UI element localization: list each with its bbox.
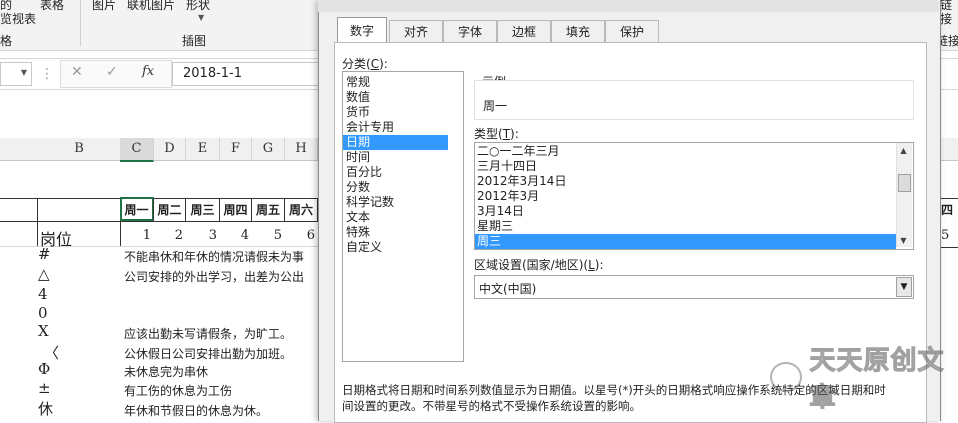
enter-icon[interactable]: ✓ [106,64,118,80]
description-text: 间设置的更改。不带星号的格式不受操作系统设置的影响。 [342,398,641,414]
type-label: 类型(T): [474,125,519,142]
ribbon-item-pictures[interactable]: 图片 [92,0,116,13]
tab-fill[interactable]: 填充 [551,20,605,43]
ribbon-separator [80,0,81,46]
day-number-partial[interactable]: 5 [941,228,949,243]
ribbon-item-shapes[interactable]: 形状 [186,0,210,13]
legend-text[interactable]: 公司安排的外出学习，出差为公出 [124,268,304,285]
day-header-thu[interactable]: 周四 [220,199,252,221]
type-item-selected[interactable]: 周三 [475,234,896,249]
scroll-down-icon[interactable]: ▼ [896,236,911,245]
day-number[interactable]: 5 [252,226,284,246]
ribbon-item-table[interactable]: 表格 [40,0,64,13]
type-item[interactable]: 2012年3月14日 [477,174,895,189]
cancel-icon[interactable]: ✕ [71,64,83,80]
day-number[interactable]: 6 [285,226,317,246]
ribbon-item-pivot-line2[interactable]: 览视表 [0,10,36,27]
category-item-scientific[interactable]: 科学记数 [346,195,446,210]
day-number[interactable]: 2 [154,226,185,246]
column-header-c[interactable]: C [120,138,154,162]
ribbon-item-online-pictures[interactable]: 联机图片 [127,0,175,13]
locale-label: 区域设置(国家/地区)(L): [474,256,604,273]
chevron-down-icon[interactable]: ▼ [198,13,204,22]
column-header-e[interactable]: E [186,138,220,160]
ribbon-group-illustrations: 插图 [182,32,206,49]
tab-font[interactable]: 字体 [443,20,497,43]
day-number[interactable]: 4 [220,226,251,246]
grip-icon: ⋮ [40,66,54,82]
name-box[interactable]: ▼ [0,62,32,86]
type-item[interactable]: 星期三 [477,219,895,234]
grid-line [37,198,38,246]
type-item[interactable]: 三月十四日 [477,159,895,174]
category-item-accounting[interactable]: 会计专用 [346,120,446,135]
category-item-percentage[interactable]: 百分比 [346,165,446,180]
legend-symbol[interactable]: 0 [38,304,118,322]
day-number[interactable]: 3 [186,226,219,246]
category-item-fraction[interactable]: 分数 [346,180,446,195]
ribbon-group-tables: 格 [0,32,12,49]
watermark: 天天原创文章 [770,360,958,394]
legend-text[interactable]: 年休和节假日的休息为休。 [124,402,268,419]
category-item-special[interactable]: 特殊 [346,225,446,240]
ribbon-item-link-line2[interactable]: 接 [940,10,952,27]
chat-bubble-icon [770,362,802,392]
column-header-b[interactable]: B [38,138,121,160]
type-list-scrollbar[interactable] [896,143,912,247]
insert-function-icon[interactable]: fx [142,64,154,79]
legend-text[interactable]: 应该出勤未写请假条，为旷工。 [124,325,292,342]
watermark-text: 天天原创文章 [810,340,958,414]
scrollbar-thumb[interactable] [898,174,911,192]
day-header-sat[interactable]: 周六 [285,199,318,221]
locale-select[interactable] [474,275,914,299]
type-item[interactable]: 2012年3月 [477,189,895,204]
type-item[interactable]: 二○一二年三月 [477,144,895,159]
grid-line [0,221,318,222]
category-item-time[interactable]: 时间 [346,150,446,165]
category-item-text[interactable]: 文本 [346,210,446,225]
legend-text[interactable]: 公休假日公司安排出勤为加班。 [124,345,292,362]
tab-alignment[interactable]: 对齐 [389,20,443,43]
legend-symbol[interactable]: Φ [38,360,118,378]
legend-symbol[interactable]: ± [38,379,118,397]
legend-text[interactable]: 有工伤的休息为工伤 [124,382,232,399]
column-header-d[interactable]: D [154,138,186,160]
category-item-date[interactable]: 日期 [343,135,448,150]
day-header-fri[interactable]: 周五 [252,199,285,221]
scroll-up-icon[interactable]: ▲ [896,146,911,155]
day-header-partial[interactable]: 四 [941,201,953,218]
category-item-custom[interactable]: 自定义 [346,240,446,255]
legend-symbol[interactable]: # [38,245,118,263]
legend-symbol[interactable]: 休 [38,398,118,419]
column-header-h[interactable]: H [285,138,318,160]
tab-border[interactable]: 边框 [497,20,551,43]
day-number[interactable]: 1 [120,226,153,246]
column-header-g[interactable]: G [252,138,285,160]
tab-number[interactable]: 数字 [337,17,387,44]
legend-symbol[interactable]: X [38,322,118,340]
legend-text[interactable]: 未休息完为串休 [124,363,208,380]
sample-box [474,80,914,120]
sample-value: 周一 [483,97,507,114]
category-item-general[interactable]: 常规 [346,75,446,90]
formula-input-value: 2018-1-1 [183,66,242,81]
category-item-currency[interactable]: 货币 [346,105,446,120]
chevron-down-icon[interactable]: ▼ [896,277,912,297]
chevron-down-icon[interactable]: ▼ [21,68,27,77]
day-header-wed[interactable]: 周三 [186,199,220,221]
column-header-f[interactable]: F [220,138,252,160]
day-header-mon[interactable]: 周一 [120,199,154,221]
dialog-title-bar[interactable] [318,0,939,12]
legend-symbol[interactable]: △ [38,265,118,283]
day-header-tue[interactable]: 周二 [154,199,186,221]
legend-text[interactable]: 不能串休和年休的情况请假未为事 [124,248,304,265]
legend-symbol[interactable]: 4 [38,285,118,303]
locale-select-value: 中文(中国) [479,280,536,297]
category-label: 分类(C): [342,55,388,72]
tab-protection[interactable]: 保护 [605,20,659,43]
type-item[interactable]: 3月14日 [477,204,895,219]
category-item-number[interactable]: 数值 [346,90,446,105]
